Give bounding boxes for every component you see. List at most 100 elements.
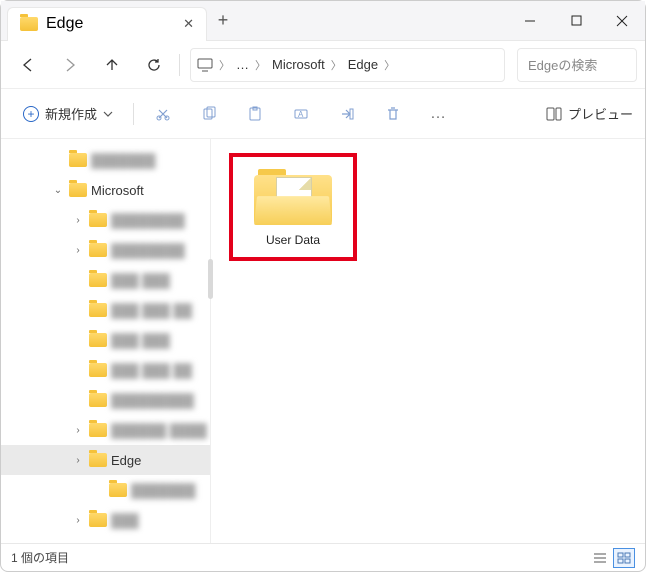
chevron-right-icon: 〉 <box>331 57 342 73</box>
folder-icon <box>89 363 107 377</box>
separator <box>133 103 134 125</box>
breadcrumb-ellipsis[interactable]: … <box>236 57 249 72</box>
folder-icon <box>109 483 127 497</box>
folder-icon <box>20 17 38 31</box>
titlebar: Edge ✕ + <box>1 1 645 41</box>
folder-icon <box>89 513 107 527</box>
tree-item[interactable]: ›███████ <box>1 475 210 505</box>
navigation-tree[interactable]: ›███████⌄Microsoft›████████›████████›███… <box>1 139 211 543</box>
chevron-icon[interactable]: › <box>71 245 85 256</box>
folder-icon <box>254 167 332 225</box>
item-count: 1 個の項目 <box>11 549 69 566</box>
tree-item-label: ████████ <box>111 243 185 258</box>
chevron-icon[interactable]: › <box>71 425 85 436</box>
new-button[interactable]: + 新規作成 <box>13 98 123 129</box>
chevron-icon[interactable]: › <box>71 215 85 226</box>
copy-button[interactable] <box>190 97 228 131</box>
folder-icon <box>69 153 87 167</box>
chevron-right-icon: 〉 <box>255 57 266 73</box>
chevron-down-icon <box>103 109 113 119</box>
tree-item[interactable]: ›███ ███ <box>1 265 210 295</box>
tree-item[interactable]: ›██████ ████ <box>1 415 210 445</box>
plus-circle-icon: + <box>23 106 39 122</box>
tree-item-label: Microsoft <box>91 183 144 198</box>
tree-item[interactable]: ›███ ███ ██ <box>1 295 210 325</box>
svg-text:A: A <box>298 110 304 119</box>
separator <box>179 54 180 76</box>
toolbar: + 新規作成 A … プレビュー <box>1 89 645 139</box>
new-tab-button[interactable]: + <box>207 10 239 31</box>
tab-title: Edge <box>46 15 83 33</box>
tree-item-label: ███████ <box>91 153 155 168</box>
tree-item[interactable]: ›███████ <box>1 145 210 175</box>
rename-button[interactable]: A <box>282 97 320 131</box>
chevron-right-icon: 〉 <box>384 57 395 73</box>
close-tab-button[interactable]: ✕ <box>183 16 194 32</box>
statusbar: 1 個の項目 <box>1 543 645 571</box>
folder-label: User Data <box>266 233 320 247</box>
tree-item[interactable]: › ███ <box>1 505 210 535</box>
tree-item-label: ███ ███ <box>111 273 170 288</box>
chevron-right-icon: 〉 <box>219 57 230 73</box>
search-placeholder: Edgeの検索 <box>528 55 597 74</box>
folder-icon <box>89 333 107 347</box>
folder-icon <box>89 453 107 467</box>
tree-item[interactable]: ⌄ Microsoft <box>1 175 210 205</box>
navbar: 〉 … 〉 Microsoft 〉 Edge 〉 Edgeの検索 <box>1 41 645 89</box>
more-button[interactable]: … <box>420 97 458 131</box>
preview-icon <box>546 107 562 121</box>
chevron-icon[interactable]: › <box>71 455 85 466</box>
window-controls <box>507 1 645 41</box>
back-button[interactable] <box>9 47 47 83</box>
splitter-handle[interactable] <box>208 259 213 299</box>
pc-icon <box>197 58 213 72</box>
tree-item-label: ███ ███ <box>111 333 170 348</box>
chevron-icon[interactable]: › <box>71 515 85 526</box>
tree-item-label: ███ ███ ██ <box>111 363 192 378</box>
new-label: 新規作成 <box>45 104 97 123</box>
folder-icon <box>89 393 107 407</box>
preview-button[interactable]: プレビュー <box>546 104 633 123</box>
maximize-button[interactable] <box>553 1 599 41</box>
view-toggle <box>589 548 635 568</box>
forward-button[interactable] <box>51 47 89 83</box>
tree-item[interactable]: ›█████████ <box>1 385 210 415</box>
folder-icon <box>89 243 107 257</box>
minimize-button[interactable] <box>507 1 553 41</box>
folder-icon <box>89 213 107 227</box>
tree-item-label: ███████ <box>131 483 195 498</box>
folder-icon <box>89 423 107 437</box>
chevron-icon[interactable]: ⌄ <box>51 185 65 196</box>
search-input[interactable]: Edgeの検索 <box>517 48 637 82</box>
tree-item-label: ████████ <box>111 213 185 228</box>
content-pane[interactable]: User Data <box>211 139 645 543</box>
tree-item-edge[interactable]: › Edge <box>1 445 210 475</box>
icons-view-button[interactable] <box>613 548 635 568</box>
up-button[interactable] <box>93 47 131 83</box>
tree-item-label: Edge <box>111 453 141 468</box>
share-button[interactable] <box>328 97 366 131</box>
details-view-button[interactable] <box>589 548 611 568</box>
tree-item[interactable]: ›███ ███ <box>1 325 210 355</box>
cut-button[interactable] <box>144 97 182 131</box>
preview-label: プレビュー <box>568 104 633 123</box>
tree-item[interactable]: › ████████ <box>1 205 210 235</box>
tree-item-label: ███ ███ ██ <box>111 303 192 318</box>
tree-item[interactable]: ›███ ███ ██ <box>1 355 210 385</box>
folder-icon <box>69 183 87 197</box>
breadcrumb[interactable]: 〉 … 〉 Microsoft 〉 Edge 〉 <box>190 48 505 82</box>
close-button[interactable] <box>599 1 645 41</box>
body: ›███████⌄Microsoft›████████›████████›███… <box>1 139 645 543</box>
delete-button[interactable] <box>374 97 412 131</box>
tree-item[interactable]: › ████████ <box>1 235 210 265</box>
refresh-button[interactable] <box>135 47 173 83</box>
folder-icon <box>89 273 107 287</box>
tree-item-label: █████████ <box>111 393 194 408</box>
tree-item-label: ███ <box>111 513 139 528</box>
folder-item[interactable]: User Data <box>229 153 357 261</box>
breadcrumb-item[interactable]: Microsoft <box>272 57 325 72</box>
folder-icon <box>89 303 107 317</box>
window-tab[interactable]: Edge ✕ <box>7 7 207 41</box>
paste-button[interactable] <box>236 97 274 131</box>
breadcrumb-item[interactable]: Edge <box>348 57 378 72</box>
